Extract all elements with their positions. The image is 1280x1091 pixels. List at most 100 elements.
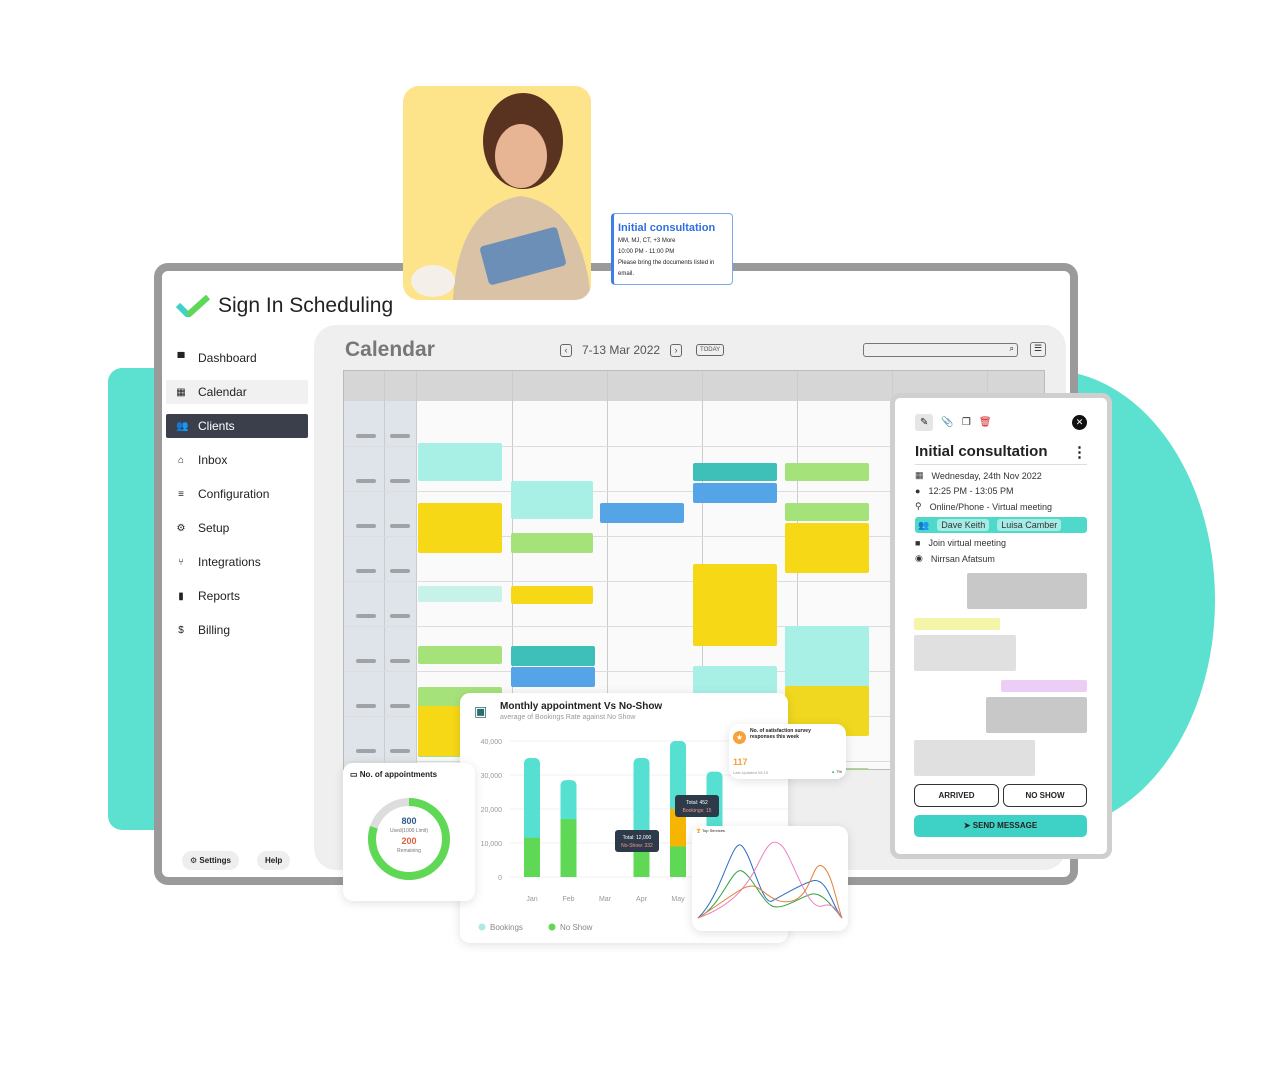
popup-time: 10:00 PM - 11:00 PM	[618, 249, 675, 255]
line-series	[697, 870, 843, 919]
appointment-popup[interactable]: Initial consultation MM, MJ, CT, +3 More…	[611, 213, 733, 285]
appointment-block[interactable]	[418, 646, 502, 664]
settings-button[interactable]: ⚙ Settings	[182, 851, 239, 870]
appointment-block[interactable]	[511, 586, 593, 604]
appointment-block[interactable]	[693, 666, 777, 696]
attach-icon[interactable]: 📎	[941, 417, 953, 428]
no-show-button[interactable]: NO SHOW	[1003, 784, 1087, 807]
y-tick-label: 40,000	[481, 739, 503, 746]
settings-label: Settings	[199, 856, 231, 865]
appointment-block[interactable]	[785, 463, 869, 481]
bar-no-show[interactable]	[670, 846, 686, 877]
appointments-title: ▭ No. of appointments	[350, 770, 437, 779]
list-icon: ≡	[178, 488, 184, 500]
send-message-button[interactable]: ➤ SEND MESSAGE	[914, 815, 1087, 837]
sidebar-item-label: Setup	[198, 521, 230, 535]
file-icon: ▮	[178, 590, 184, 602]
video-icon: ■	[915, 538, 921, 548]
copy-icon[interactable]: ❐	[962, 417, 971, 428]
delete-icon[interactable]: 🗑	[979, 417, 992, 428]
detail-title: Initial consultation ⋮	[915, 443, 1087, 465]
branch-icon: ⑂	[178, 556, 184, 568]
sidebar-item-integrations[interactable]: ⑂ Integrations	[166, 550, 308, 574]
appointment-block[interactable]	[785, 503, 869, 521]
time-text: 12:25 PM - 13:05 PM	[928, 486, 1014, 496]
appointment-block[interactable]	[418, 586, 502, 602]
appointment-block[interactable]	[511, 533, 593, 553]
date-text: Wednesday, 24th Nov 2022	[931, 470, 1042, 481]
send-label: SEND MESSAGE	[972, 821, 1038, 830]
appointment-block[interactable]	[511, 667, 595, 687]
sidebar-item-dashboard[interactable]: ▀ Dashboard	[166, 346, 308, 370]
time-label-placeholder	[390, 569, 410, 573]
appointment-block[interactable]	[693, 463, 777, 481]
tooltip-detail: No-Show: 332	[621, 843, 653, 849]
sidebar-item-clients[interactable]: 👥 Clients	[166, 414, 308, 438]
sidebar-item-label: Reports	[198, 589, 241, 603]
close-icon[interactable]: ✕	[1072, 415, 1087, 430]
search-icon: ⌕	[1009, 344, 1014, 353]
time-label-placeholder	[356, 614, 376, 618]
sidebar-item-calendar[interactable]: ▦ Calendar	[166, 380, 308, 404]
appointment-block[interactable]	[693, 483, 777, 503]
inbox-icon: ⌂	[177, 454, 185, 466]
star-icon: ★	[733, 731, 746, 744]
x-tick-label: May	[671, 896, 685, 903]
appointment-block[interactable]	[511, 646, 595, 666]
sidebar-item-reports[interactable]: ▮ Reports	[166, 584, 308, 608]
chat-message	[914, 635, 1016, 671]
today-button[interactable]: TODAY	[696, 344, 725, 356]
checkmark-logo-icon	[176, 295, 210, 317]
sidebar-item-inbox[interactable]: ⌂ Inbox	[166, 448, 308, 472]
legend-marker	[478, 923, 486, 931]
survey-title: No. of satisfaction survey responses thi…	[750, 728, 811, 740]
appointment-block[interactable]	[785, 523, 869, 573]
time-label-placeholder	[390, 434, 410, 438]
chat-message	[914, 618, 1000, 630]
appointment-block[interactable]	[511, 481, 593, 519]
arrived-button[interactable]: ARRIVED	[914, 784, 999, 807]
appointment-block[interactable]	[600, 503, 684, 523]
line-series	[697, 841, 843, 919]
detail-title-text: Initial consultation	[915, 443, 1048, 460]
help-button[interactable]: Help	[256, 851, 291, 870]
bar-no-show[interactable]	[524, 837, 540, 877]
detail-date: ▦ Wednesday, 24th Nov 2022	[915, 470, 1087, 481]
appointment-block[interactable]	[418, 706, 460, 756]
line-chart	[697, 841, 843, 919]
y-tick-label: 20,000	[481, 807, 503, 814]
calendar-icon: ▭	[350, 770, 360, 779]
dashboard-icon: ▀	[177, 352, 185, 364]
next-week-button[interactable]: ›	[670, 343, 683, 357]
menu-button[interactable]: ☰	[1030, 342, 1046, 357]
tooltip-total: Total: 12,000	[623, 835, 652, 841]
search-input[interactable]: ⌕	[863, 343, 1018, 357]
legend-label: Bookings	[490, 923, 523, 932]
used-label: Used(1000 Limit)	[389, 828, 429, 834]
bar-no-show[interactable]	[633, 848, 650, 877]
sidebar-item-setup[interactable]: ⚙ Setup	[166, 516, 308, 540]
sidebar-item-label: Dashboard	[198, 351, 257, 365]
appointment-block[interactable]	[785, 626, 869, 688]
popup-title: Initial consultation	[618, 222, 716, 234]
appointment-block[interactable]	[418, 503, 502, 553]
appointment-block[interactable]	[693, 564, 777, 646]
edit-icon[interactable]: ✎	[915, 414, 934, 431]
join-meeting-link[interactable]: ■ Join virtual meeting	[915, 538, 1087, 548]
time-label-placeholder	[356, 479, 376, 483]
sidebar-item-configuration[interactable]: ≡ Configuration	[166, 482, 308, 506]
prev-week-button[interactable]: ‹	[560, 343, 572, 357]
gear-icon: ⚙	[176, 522, 186, 534]
bar-no-show[interactable]	[560, 819, 577, 877]
detail-owner: ◉ Nirrsan Afatsum	[915, 553, 1087, 564]
appointment-block[interactable]	[418, 443, 502, 481]
more-options-icon[interactable]: ⋮	[1072, 443, 1087, 461]
sidebar-item-billing[interactable]: $ Billing	[166, 618, 308, 642]
time-label-placeholder	[390, 659, 410, 663]
appointments-title-text: No. of appointments	[359, 770, 438, 779]
attendee-tag[interactable]: Luisa Camber	[997, 519, 1062, 531]
time-label-placeholder	[390, 479, 410, 483]
attendee-tag[interactable]: Dave Keith	[937, 519, 990, 531]
used-value: 800	[401, 816, 417, 826]
y-tick-label: 0	[498, 875, 502, 882]
